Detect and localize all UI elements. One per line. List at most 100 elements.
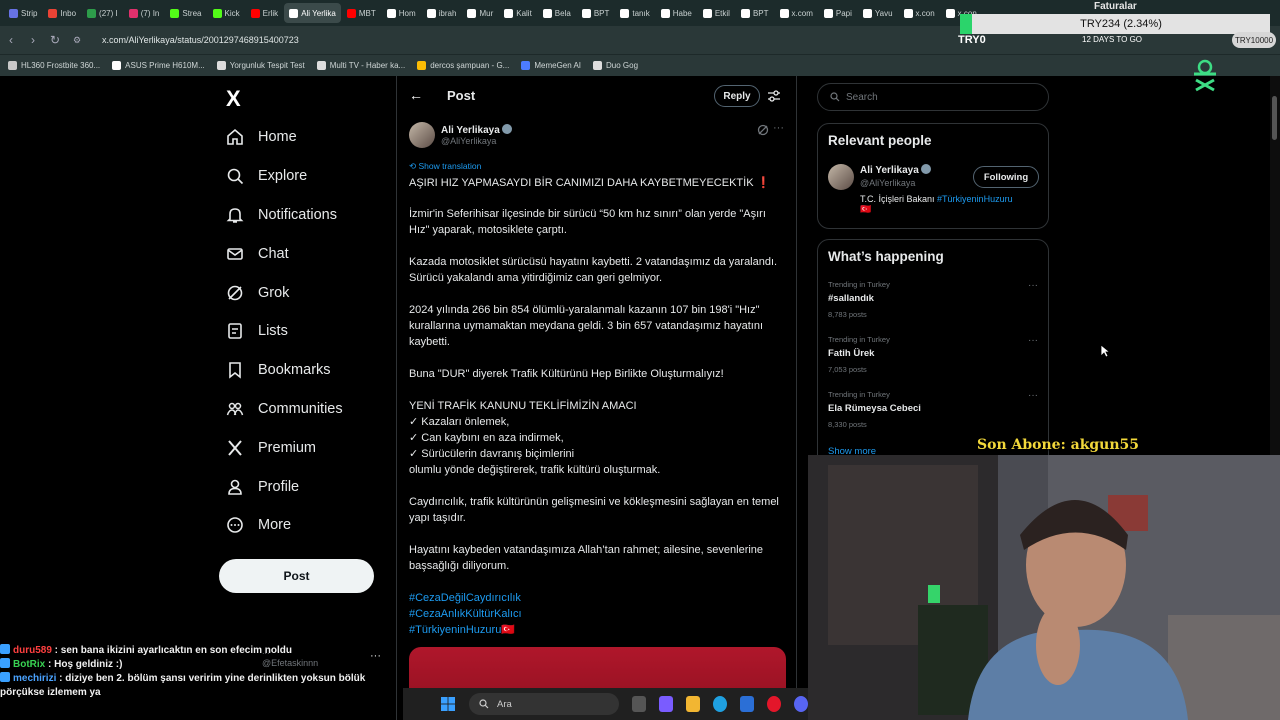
x-logo-icon[interactable]: X <box>226 86 241 112</box>
store-icon[interactable] <box>740 696 754 712</box>
show-translation-link[interactable]: ⟲ Show translation <box>409 161 481 172</box>
browser-tab[interactable]: ibrah <box>422 3 462 23</box>
bookmark-favicon-icon <box>521 61 531 70</box>
bookmark-item[interactable]: ASUS Prime H610M... <box>112 61 205 70</box>
bell-icon <box>226 208 244 223</box>
browser-tab[interactable]: Strip <box>4 3 42 23</box>
nav-item-notifications[interactable]: Notifications <box>222 196 392 235</box>
nav-item-communities[interactable]: Communities <box>222 390 392 429</box>
edge-icon[interactable] <box>713 696 727 712</box>
following-button[interactable]: Following <box>973 166 1039 188</box>
task-view-icon[interactable] <box>632 696 646 712</box>
nav-item-chat[interactable]: Chat <box>222 234 392 273</box>
tab-favicon-icon <box>945 8 955 18</box>
browser-tab[interactable]: Papi <box>819 3 857 23</box>
bookmarks-bar: HL360 Frostbite 360... ASUS Prime H610M..… <box>0 54 1280 76</box>
author-handle[interactable]: @AliYerlikaya <box>441 136 496 146</box>
search-icon <box>479 699 489 709</box>
file-explorer-icon[interactable] <box>686 696 700 712</box>
browser-tab[interactable]: Strea <box>165 3 206 23</box>
bookmark-item[interactable]: dercos şampuan - G... <box>417 61 509 70</box>
ticker-value: TRY234 (2.34%) <box>960 14 1270 34</box>
post-paragraph: Buna "DUR" diyerek Trafik Kültürünü Hep … <box>409 368 724 380</box>
browser-tab[interactable]: (27) I <box>82 3 123 23</box>
forward-nav-icon[interactable]: › <box>22 33 44 47</box>
bio-hashtag[interactable]: #TürkiyeninHuzuru <box>937 194 1013 204</box>
sliders-icon[interactable] <box>767 89 781 103</box>
trend-more-icon[interactable]: ··· <box>1028 390 1038 401</box>
chat-separator: : <box>51 645 61 656</box>
site-info-icon[interactable]: ⚙ <box>66 35 88 46</box>
trend-count: 7,053 posts <box>828 365 867 374</box>
nav-item-more[interactable]: More <box>222 506 392 545</box>
browser-tab[interactable]: tanık <box>615 3 654 23</box>
browser-tab[interactable]: Habe <box>656 3 697 23</box>
bookmark-item[interactable]: HL360 Frostbite 360... <box>8 61 100 70</box>
aim-item: ✓ Sürücülerin davranış biçimlerini <box>409 448 575 460</box>
hashtag-link[interactable]: #TürkiyeninHuzuru🇹🇷 <box>409 624 515 636</box>
browser-tab[interactable]: BPT <box>577 3 615 23</box>
hashtag-link[interactable]: #CezaDeğilCaydırıcılık <box>409 592 521 604</box>
hashtag-link[interactable]: #CezaAnlıkKültürKalıcı <box>409 608 522 620</box>
bookmark-item[interactable]: Duo Gog <box>593 61 638 70</box>
avatar[interactable] <box>409 122 435 148</box>
trend-more-icon[interactable]: ··· <box>1028 280 1038 291</box>
relevant-person-name[interactable]: Ali Yerlikaya <box>860 164 931 176</box>
reply-button[interactable]: Reply <box>714 85 760 107</box>
bookmark-item[interactable]: MemeGen AI <box>521 61 581 70</box>
grok-icon[interactable] <box>757 124 769 136</box>
copilot-icon[interactable] <box>659 696 673 712</box>
browser-tab[interactable]: Etkil <box>698 3 735 23</box>
browser-tab[interactable]: Inbo <box>43 3 81 23</box>
more-options-icon[interactable]: ··· <box>773 122 784 134</box>
home-icon <box>227 129 243 146</box>
taskbar-search-input[interactable]: Ara <box>469 693 619 715</box>
bookmark-label: Multi TV - Haber ka... <box>329 61 406 70</box>
relevant-person-handle[interactable]: @AliYerlikaya <box>860 178 915 188</box>
nav-item-home[interactable]: Home <box>222 118 392 157</box>
browser-tab[interactable]: Mur <box>462 3 498 23</box>
tab-favicon-icon <box>581 8 591 18</box>
back-nav-icon[interactable]: ‹ <box>0 33 22 47</box>
nav-item-premium[interactable]: Premium <box>222 428 392 467</box>
browser-tab[interactable]: (7) In <box>124 3 165 23</box>
verified-badge-icon <box>920 164 931 174</box>
reload-icon[interactable]: ↻ <box>44 33 66 47</box>
browser-tab[interactable]: Hom <box>382 3 421 23</box>
search-input[interactable]: Search <box>817 83 1049 111</box>
browser-tab[interactable]: Bela <box>538 3 576 23</box>
trend-item[interactable]: Trending in Turkey #sallandık 8,783 post… <box>828 280 1038 319</box>
browser-tab[interactable]: Erlik <box>246 3 284 23</box>
url-field[interactable]: x.com/AliYerlikaya/status/20012974689154… <box>102 35 299 45</box>
nav-item-profile[interactable]: Profile <box>222 467 392 506</box>
browser-tab[interactable]: x.con <box>899 3 940 23</box>
tab-label: x.con <box>915 8 935 18</box>
bookmark-item[interactable]: Multi TV - Haber ka... <box>316 61 406 70</box>
bookmark-item[interactable]: Yorgunluk Tespit Test <box>216 61 305 70</box>
windows-start-icon[interactable] <box>441 696 455 712</box>
discord-icon[interactable] <box>794 696 808 712</box>
nav-item-bookmarks[interactable]: Bookmarks <box>222 351 392 390</box>
browser-tab[interactable]: Ali Yerlika <box>284 3 341 23</box>
browser-tab[interactable]: x.com <box>775 3 818 23</box>
nav-item-grok[interactable]: Grok <box>222 273 392 312</box>
opera-icon[interactable] <box>767 696 781 712</box>
trend-more-icon[interactable]: ··· <box>1028 335 1038 346</box>
scrollbar-thumb[interactable] <box>1272 96 1277 140</box>
tab-favicon-icon <box>212 8 222 18</box>
back-arrow-icon[interactable]: ← <box>409 87 423 103</box>
nav-item-lists[interactable]: Lists <box>222 312 392 351</box>
trend-item[interactable]: Trending in Turkey Ela Rümeysa Cebeci 8,… <box>828 390 1038 429</box>
trend-item[interactable]: Trending in Turkey Fatih Ürek 7,053 post… <box>828 335 1038 374</box>
avatar[interactable] <box>828 164 854 190</box>
browser-tab[interactable]: Yavu <box>858 3 898 23</box>
browser-tab[interactable]: MBT <box>342 3 381 23</box>
post-button[interactable]: Post <box>219 559 374 593</box>
browser-tab[interactable]: Kalit <box>499 3 537 23</box>
browser-tab[interactable]: Kick <box>208 3 245 23</box>
taskbar: Ara <box>403 688 808 720</box>
browser-tab[interactable]: BPT <box>736 3 774 23</box>
author-name[interactable]: Ali Yerlikaya <box>441 124 512 136</box>
bookmark-label: Yorgunluk Tespit Test <box>229 61 305 70</box>
nav-item-explore[interactable]: Explore <box>222 157 392 196</box>
